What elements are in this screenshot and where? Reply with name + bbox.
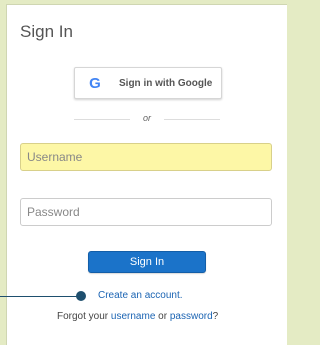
- create-account-link[interactable]: Create an account.: [98, 290, 183, 301]
- or-divider: or: [74, 113, 220, 125]
- google-signin-button[interactable]: G Sign in with Google: [74, 67, 222, 99]
- forgot-username-link[interactable]: username: [111, 311, 155, 322]
- google-signin-label: Sign in with Google: [119, 77, 213, 89]
- username-input[interactable]: [20, 143, 272, 171]
- forgot-prefix: Forgot your: [57, 311, 111, 322]
- page-title: Sign In: [20, 22, 73, 41]
- forgot-credentials-text: Forgot your username or password?: [57, 311, 218, 322]
- password-input[interactable]: [20, 198, 272, 226]
- divider-line-right: [164, 119, 220, 120]
- forgot-password-link[interactable]: password: [170, 311, 213, 322]
- or-text: or: [142, 113, 151, 123]
- sign-in-button[interactable]: Sign In: [88, 251, 206, 273]
- callout-pointer-dot: [76, 291, 86, 301]
- google-icon: G: [89, 74, 101, 92]
- forgot-suffix: ?: [212, 311, 219, 322]
- forgot-middle: or: [155, 311, 170, 322]
- callout-pointer-line: [0, 296, 80, 297]
